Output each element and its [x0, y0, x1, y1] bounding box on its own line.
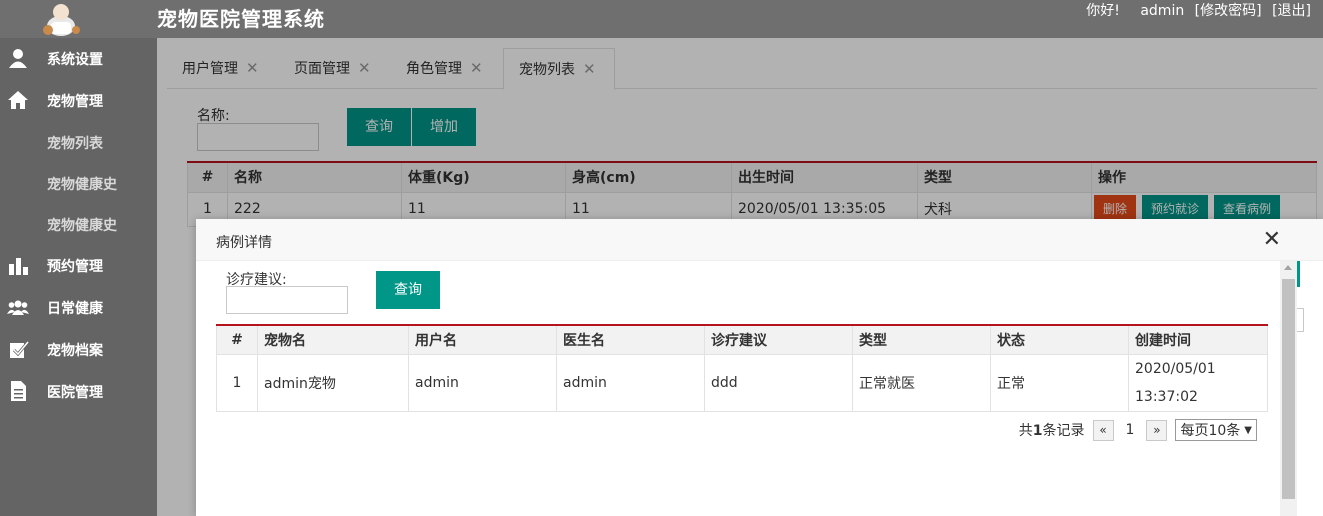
table-row: 1 admin宠物 admin admin ddd 正常就医 正常 2020/0…	[216, 353, 1268, 412]
next-page-button[interactable]: »	[1146, 419, 1168, 441]
cell-pet-name: admin宠物	[257, 353, 409, 412]
cell-created-time: 2020/05/01 13:37:02	[1128, 353, 1268, 412]
cell-status: 正常	[990, 353, 1129, 412]
sidebar-item-pet-management[interactable]: 宠物管理	[0, 85, 157, 115]
background-button-fragment	[1297, 261, 1300, 287]
logout-link[interactable]: [退出]	[1272, 3, 1311, 19]
user-icon	[9, 49, 27, 68]
cell-advice: ddd	[704, 353, 853, 412]
created-date: 2020/05/01	[1135, 360, 1216, 377]
cell-type: 正常就医	[852, 353, 991, 412]
cell-user-name: admin	[408, 353, 557, 412]
pet-logo-icon	[43, 4, 80, 36]
case-table: # 宠物名 用户名 医生名 诊疗建议 类型 状态 创建时间 1 admin宠物 …	[216, 324, 1268, 412]
case-detail-modal: 病例详情 ✕ 诊疗建议: 查询 # 宠物名 用户名 医生名 诊疗建议 类型 状态…	[196, 219, 1323, 516]
record-count: 共1条记录	[1019, 420, 1085, 440]
sidebar-item-label: 宠物档案	[47, 343, 103, 359]
username-text: admin	[1140, 3, 1185, 19]
home-icon	[8, 91, 28, 109]
chevron-down-icon: ▼	[1244, 424, 1252, 436]
document-icon	[11, 381, 26, 401]
modal-header: 病例详情 ✕	[196, 219, 1323, 261]
sidebar-item-label: 系统设置	[47, 52, 103, 68]
count-suffix: 条记录	[1042, 423, 1085, 439]
column-header: 诊疗建议	[704, 324, 853, 355]
modal-query-button[interactable]: 查询	[376, 271, 440, 309]
sidebar-sub-pet-list[interactable]: 宠物列表	[47, 133, 103, 153]
scroll-thumb[interactable]	[1282, 279, 1295, 499]
current-page[interactable]: 1	[1126, 422, 1135, 438]
sidebar-item-label: 预约管理	[47, 259, 103, 275]
pagination: 共1条记录 « 1 » 每页10条 ▼	[1019, 419, 1257, 441]
modal-title: 病例详情	[216, 235, 272, 251]
greeting-text: 你好!	[1086, 3, 1120, 19]
sidebar-sub-pet-health-history[interactable]: 宠物健康史	[47, 174, 117, 194]
count-prefix: 共	[1018, 423, 1033, 439]
column-header: 类型	[852, 324, 991, 355]
page-size-value: 每页10条	[1180, 423, 1241, 439]
change-password-link[interactable]: [修改密码]	[1195, 3, 1262, 19]
count-value: 1	[1032, 423, 1043, 439]
created-clock: 13:37:02	[1135, 388, 1198, 405]
close-icon[interactable]: ✕	[1263, 227, 1281, 252]
table-header-row: # 宠物名 用户名 医生名 诊疗建议 类型 状态 创建时间	[216, 324, 1268, 355]
sidebar-item-label: 日常健康	[47, 301, 103, 317]
sidebar-item-system-settings[interactable]: 系统设置	[0, 43, 157, 73]
top-header: 宠物医院管理系统 你好! admin [修改密码] [退出]	[0, 0, 1323, 38]
scroll-up-arrow-icon[interactable]	[1284, 265, 1292, 270]
cell-index: 1	[216, 353, 258, 412]
column-header: 宠物名	[257, 324, 409, 355]
background-fragment	[1297, 261, 1323, 516]
sidebar-item-pet-archive[interactable]: 宠物档案	[0, 334, 157, 364]
group-icon	[7, 300, 29, 315]
sidebar: 系统设置 宠物管理 宠物列表 宠物健康史 宠物健康史 预约管理 日常健康 宠物档…	[0, 38, 157, 516]
user-area: 你好! admin [修改密码] [退出]	[1080, 0, 1311, 20]
sidebar-item-label: 宠物管理	[47, 94, 103, 110]
bar-chart-icon	[9, 258, 28, 275]
sidebar-item-hospital-management[interactable]: 医院管理	[0, 376, 157, 406]
modal-scrollbar[interactable]	[1280, 261, 1297, 516]
sidebar-sub-pet-health-history-2[interactable]: 宠物健康史	[47, 215, 117, 235]
check-doc-icon	[10, 341, 29, 358]
sidebar-item-appointments[interactable]: 预约管理	[0, 250, 157, 280]
page-size-select[interactable]: 每页10条 ▼	[1175, 419, 1257, 441]
prev-page-button[interactable]: «	[1092, 419, 1114, 441]
column-header: 医生名	[556, 324, 705, 355]
sidebar-item-label: 医院管理	[47, 385, 103, 401]
sidebar-item-daily-health[interactable]: 日常健康	[0, 292, 157, 322]
background-box-fragment	[1297, 308, 1304, 332]
column-header: 用户名	[408, 324, 557, 355]
advice-search-input[interactable]	[226, 286, 348, 314]
cell-doctor-name: admin	[556, 353, 705, 412]
column-header: #	[216, 324, 258, 355]
column-header: 状态	[990, 324, 1129, 355]
column-header: 创建时间	[1128, 324, 1268, 355]
app-title: 宠物医院管理系统	[157, 7, 325, 31]
